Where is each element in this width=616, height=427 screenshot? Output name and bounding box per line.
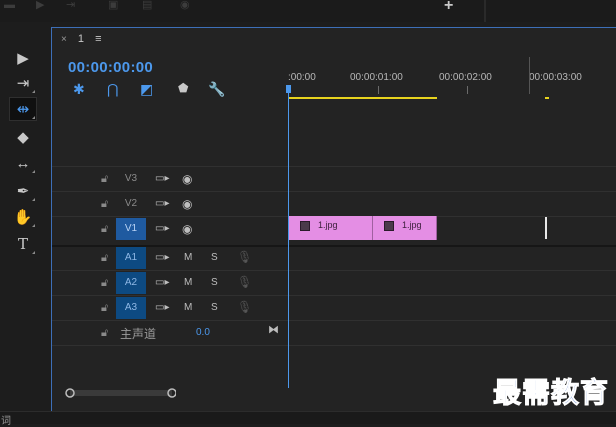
sequence-name: 1 — [77, 33, 85, 45]
microphone-icon[interactable]: 🎙︎ — [237, 250, 252, 264]
mute-button[interactable]: M — [184, 252, 192, 263]
track-row-end — [52, 345, 616, 370]
solo-button[interactable]: S — [211, 252, 218, 263]
watermark: 最需教育 — [492, 376, 610, 410]
sync-lock-icon[interactable]: ▭▸ — [155, 252, 169, 263]
sync-lock-icon[interactable]: ▭▸ — [155, 173, 169, 184]
mute-button[interactable]: M — [184, 302, 192, 313]
microphone-icon[interactable]: 🎙︎ — [237, 300, 252, 314]
linked-selection-icon[interactable]: ◩ — [140, 81, 153, 98]
ruler-tick — [529, 57, 530, 94]
work-area-end — [545, 97, 549, 99]
lock-icon[interactable]: 🔓︎ — [101, 327, 108, 340]
track-label-v3[interactable]: V3 — [116, 168, 146, 190]
status-bar: 词 — [0, 411, 616, 427]
sync-lock-icon[interactable]: ▭▸ — [155, 277, 169, 288]
master-track-label: 主声道 — [120, 327, 157, 341]
lock-icon[interactable]: 🔓︎ — [101, 277, 108, 290]
ruler-label-1: 00:00:01:00 — [350, 72, 403, 83]
ruler-label-3: 00:00:03:00 — [529, 72, 582, 83]
mute-button[interactable]: M — [184, 277, 192, 288]
clip-name: 1.jpg — [402, 220, 422, 230]
track-label-v2[interactable]: V2 — [116, 193, 146, 215]
sequence-end-marker — [545, 217, 547, 239]
step-icon[interactable]: ⇥ — [66, 0, 75, 11]
track-label-v1[interactable]: V1 — [116, 218, 146, 240]
microphone-icon[interactable]: 🎙︎ — [237, 275, 252, 289]
play-icon[interactable]: ▶ — [36, 0, 44, 11]
hand-tool-icon[interactable]: ✋ — [10, 206, 36, 228]
camera-icon[interactable]: ◉ — [180, 0, 190, 11]
overwrite-icon[interactable]: ▤ — [142, 0, 152, 11]
track-select-tool-icon[interactable]: ⇥ — [10, 72, 36, 94]
add-marker-icon[interactable]: ⬟ — [178, 81, 188, 95]
slip-tool-icon[interactable]: ↔ — [10, 152, 36, 174]
go-to-end-icon[interactable]: ⧓ — [268, 323, 279, 336]
sync-lock-icon[interactable]: ▭▸ — [155, 223, 169, 234]
tools-panel: ▶ ⇥ ⇹ ◆ ↔ ✒ ✋ T — [0, 22, 48, 423]
eye-icon[interactable]: ◉ — [182, 222, 192, 236]
close-icon[interactable]: × — [61, 34, 67, 45]
ruler-label-2: 00:00:02:00 — [439, 72, 492, 83]
sequence-tab[interactable]: × 1 ≡ — [61, 33, 102, 45]
track-label-a2[interactable]: A2 — [116, 272, 146, 294]
clip[interactable]: 1.jpg — [289, 216, 373, 240]
type-tool-icon[interactable]: T — [10, 233, 36, 255]
lock-icon[interactable]: 🔓︎ — [101, 252, 108, 265]
playhead-line[interactable] — [288, 92, 289, 388]
work-area-bar[interactable] — [289, 97, 437, 99]
eye-icon[interactable]: ◉ — [182, 197, 192, 211]
lock-icon[interactable]: 🔓︎ — [101, 173, 108, 186]
ruler-tick — [378, 86, 379, 94]
razor-tool-icon[interactable]: ◆ — [10, 126, 36, 148]
solo-button[interactable]: S — [211, 302, 218, 313]
nest-sequence-icon[interactable]: ✱ — [73, 81, 85, 98]
lock-icon[interactable]: 🔓︎ — [101, 198, 108, 211]
sync-lock-icon[interactable]: ▭▸ — [155, 302, 169, 313]
status-text: 词 — [1, 416, 11, 427]
ripple-edit-tool-icon[interactable]: ⇹ — [9, 97, 37, 121]
snap-icon[interactable]: ⋂ — [107, 81, 118, 98]
master-volume-value[interactable]: 0.0 — [196, 327, 210, 338]
ruler-label-0: :00:00 — [288, 72, 316, 83]
top-toolbar: ▬ ▶ ⇥ ▣ ▤ ◉ + — [0, 0, 616, 22]
sync-lock-icon[interactable]: ▭▸ — [155, 198, 169, 209]
track-label-a1[interactable]: A1 — [116, 247, 146, 269]
eye-icon[interactable]: ◉ — [182, 172, 192, 186]
solo-button[interactable]: S — [211, 277, 218, 288]
pen-tool-icon[interactable]: ✒ — [10, 180, 36, 202]
toolbar-icon[interactable]: ▬ — [4, 0, 15, 11]
track-label-a3[interactable]: A3 — [116, 297, 146, 319]
wrench-icon[interactable]: 🔧 — [208, 81, 225, 98]
image-clip-icon — [384, 221, 394, 231]
clip-name: 1.jpg — [318, 220, 338, 230]
playhead-timecode[interactable]: 00:00:00:00 — [68, 59, 153, 76]
clip[interactable]: 1.jpg — [373, 216, 437, 240]
selection-tool-icon[interactable]: ▶ — [10, 47, 36, 69]
add-button[interactable]: + — [444, 0, 453, 15]
lock-icon[interactable]: 🔓︎ — [101, 302, 108, 315]
toolbar-divider — [484, 0, 486, 22]
lock-icon[interactable]: 🔓︎ — [101, 223, 108, 236]
ruler-tick — [467, 86, 468, 94]
panel-menu-icon[interactable]: ≡ — [95, 33, 101, 45]
image-clip-icon — [300, 221, 310, 231]
zoom-scrollbar[interactable] — [64, 388, 176, 398]
insert-icon[interactable]: ▣ — [108, 0, 118, 11]
